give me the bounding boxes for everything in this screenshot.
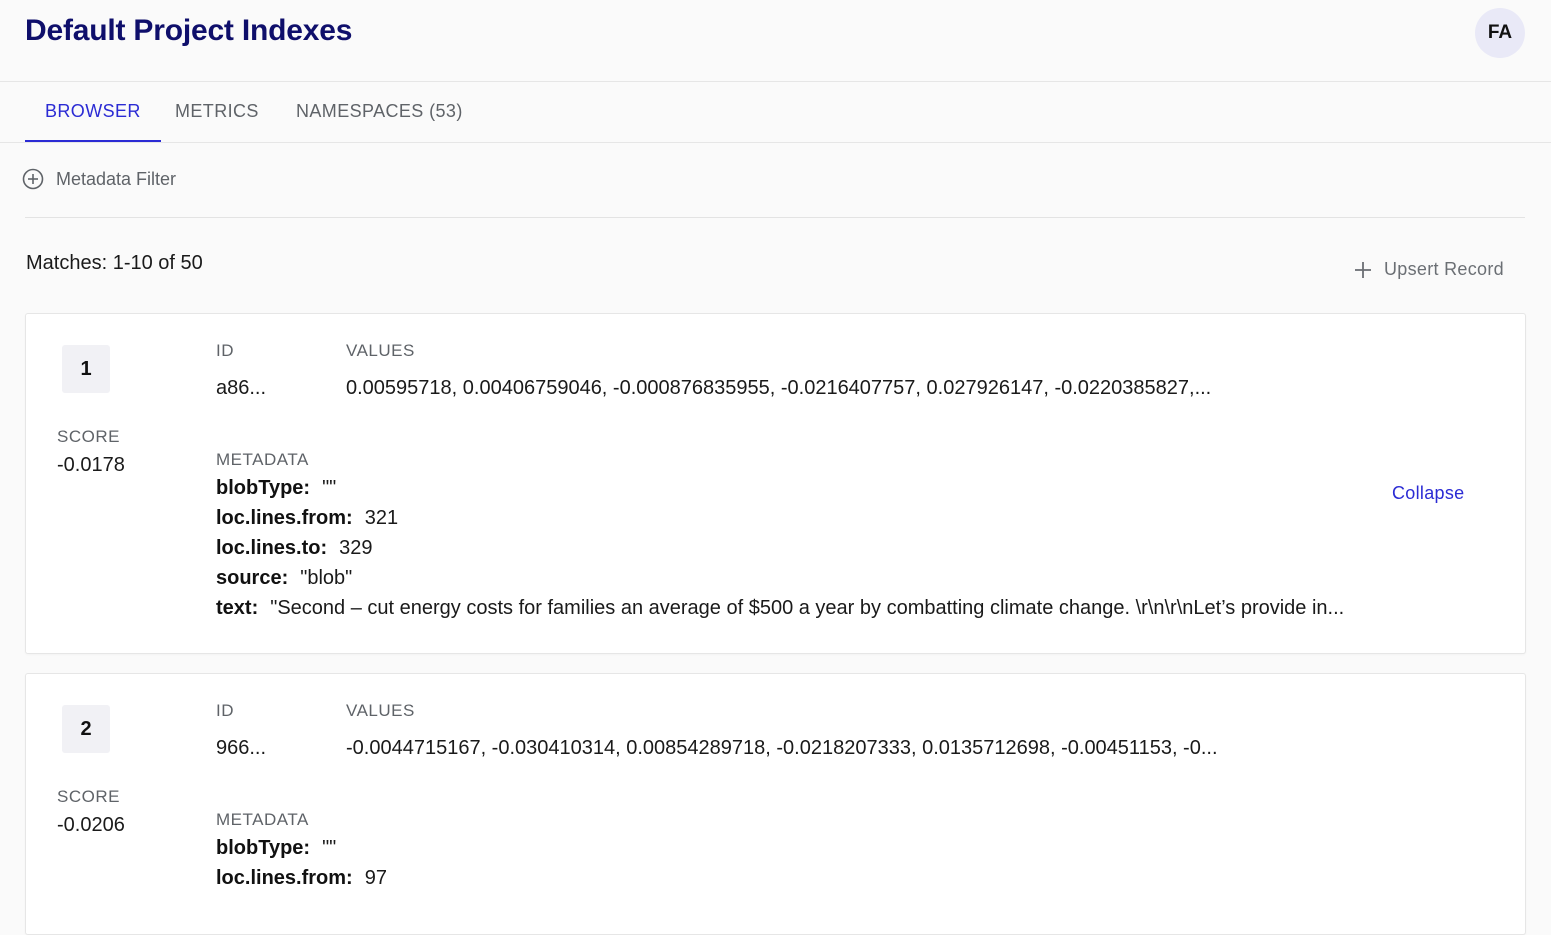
record-rank: 2 [62, 705, 110, 753]
metadata-row: text: "Second – cut energy costs for fami… [216, 596, 1344, 626]
metadata-label: METADATA [216, 450, 309, 469]
record-card: 1 SCORE -0.0178 ID VALUES a86... 0.00595… [25, 313, 1526, 654]
metadata-key: loc.lines.from: [216, 507, 353, 529]
tab-label: BROWSER [45, 101, 141, 121]
record-id[interactable]: a86... [216, 377, 266, 400]
metadata-value: "blob" [300, 567, 353, 589]
page-title: Default Project Indexes [25, 14, 353, 47]
tab-metrics[interactable]: METRICS [175, 82, 259, 141]
metadata-key: blobType: [216, 837, 311, 859]
tab-browser[interactable]: BROWSER [25, 82, 161, 142]
plus-icon [1355, 261, 1371, 278]
metadata-key: source: [216, 567, 289, 589]
record-card: 2 SCORE -0.0206 ID VALUES 966... -0.0044… [25, 673, 1526, 935]
metadata-filter-button[interactable]: Metadata Filter [22, 168, 176, 190]
tab-namespaces[interactable]: NAMESPACES (53) [296, 82, 463, 141]
score-value: -0.0178 [57, 454, 125, 476]
score-value: -0.0206 [57, 814, 125, 836]
metadata-value: 329 [339, 537, 373, 559]
metadata-value: 321 [364, 507, 399, 529]
upsert-record-label: Upsert Record [1384, 259, 1504, 279]
score-label: SCORE [57, 787, 120, 806]
tab-label: METRICS [175, 101, 259, 121]
metadata-label: METADATA [216, 810, 309, 829]
id-label: ID [216, 341, 234, 360]
tab-label: NAMESPACES (53) [296, 101, 463, 121]
metadata-row: blobType: "" [216, 476, 1344, 506]
matches-count: Matches: 1-10 of 50 [26, 252, 203, 274]
tab-bar: BROWSER METRICS NAMESPACES (53) [0, 82, 1551, 143]
active-tab-indicator [25, 140, 161, 142]
metadata-key: text: [216, 597, 259, 619]
metadata-value: "" [322, 837, 337, 859]
upsert-record-button[interactable]: Upsert Record [1354, 259, 1504, 280]
plus-circle-icon [22, 168, 44, 190]
score-label: SCORE [57, 427, 120, 446]
metadata-value: "Second – cut energy costs for families … [270, 597, 1345, 619]
record-values: -0.0044715167, -0.030410314, 0.008542897… [346, 737, 1218, 759]
record-values: 0.00595718, 0.00406759046, -0.0008768359… [346, 377, 1212, 399]
values-label: VALUES [346, 701, 415, 720]
metadata-key: loc.lines.to: [216, 537, 328, 559]
metadata-list: blobType: "" loc.lines.from: 97 [216, 836, 387, 896]
record-rank: 1 [62, 345, 110, 393]
divider [25, 217, 1525, 218]
metadata-value: "" [322, 477, 337, 499]
record-id[interactable]: 966... [216, 737, 266, 760]
page-header: Default Project Indexes FA [0, 0, 1551, 82]
collapse-button[interactable]: Collapse [1392, 483, 1464, 504]
metadata-row: loc.lines.from: 97 [216, 866, 387, 896]
metadata-key: blobType: [216, 477, 311, 499]
values-label: VALUES [346, 341, 415, 360]
user-avatar[interactable]: FA [1475, 8, 1525, 58]
metadata-list: blobType: "" loc.lines.from: 321 loc.lines… [216, 476, 1344, 626]
id-label: ID [216, 701, 234, 720]
metadata-filter-label: Metadata Filter [56, 168, 177, 189]
metadata-row: loc.lines.to: 329 [216, 536, 1344, 566]
metadata-row: loc.lines.from: 321 [216, 506, 1344, 536]
metadata-row: source: "blob" [216, 566, 1344, 596]
metadata-row: blobType: "" [216, 836, 387, 866]
